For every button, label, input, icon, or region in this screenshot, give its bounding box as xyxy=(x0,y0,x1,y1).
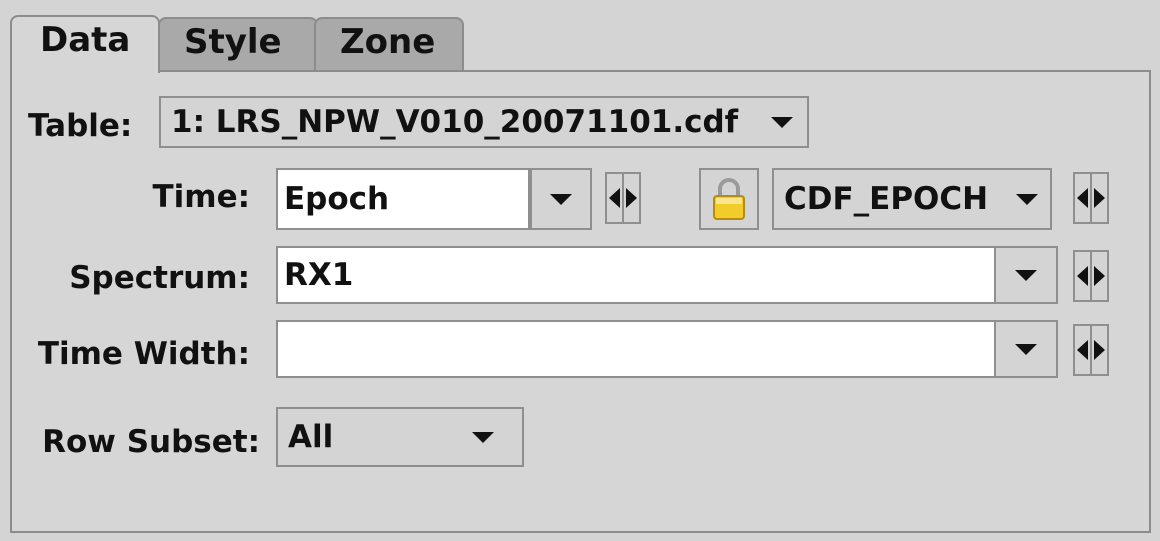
spectrum-dropdown-button[interactable] xyxy=(994,246,1058,304)
chevron-left-icon xyxy=(1077,188,1088,208)
chevron-right-icon xyxy=(626,188,637,208)
time-width-stepper[interactable] xyxy=(1073,324,1109,376)
spectrum-input[interactable]: RX1 xyxy=(276,246,996,304)
time-width-prev-button[interactable] xyxy=(1075,326,1092,374)
time-unit-prev-button[interactable] xyxy=(1075,174,1092,222)
time-label: Time: xyxy=(152,179,251,215)
chevron-right-icon xyxy=(1094,188,1105,208)
row-subset-select[interactable]: All xyxy=(276,407,524,467)
chevron-down-icon xyxy=(1015,343,1037,355)
time-input[interactable]: Epoch xyxy=(276,168,530,230)
table-label: Table: xyxy=(28,108,133,144)
chevron-down-icon xyxy=(771,116,793,128)
lock-button[interactable] xyxy=(699,168,759,230)
spectrum-input-value: RX1 xyxy=(284,257,354,293)
chevron-right-icon xyxy=(1094,266,1105,286)
chevron-down-icon xyxy=(1015,269,1037,281)
time-width-next-button[interactable] xyxy=(1092,326,1107,374)
table-select[interactable]: 1: LRS_NPW_V010_20071101.cdf xyxy=(159,96,809,148)
chevron-left-icon xyxy=(609,188,620,208)
spectrum-label: Spectrum: xyxy=(69,260,250,296)
lock-icon xyxy=(713,178,745,220)
time-width-label: Time Width: xyxy=(37,336,250,372)
chevron-down-icon xyxy=(550,193,572,205)
table-select-value: 1: LRS_NPW_V010_20071101.cdf xyxy=(171,104,739,140)
time-dropdown-button[interactable] xyxy=(530,168,592,230)
time-width-input[interactable] xyxy=(276,320,996,378)
time-prev-button[interactable] xyxy=(607,174,624,222)
time-unit-stepper[interactable] xyxy=(1073,172,1109,224)
time-unit-select[interactable]: CDF_EPOCH xyxy=(772,168,1052,230)
time-unit-next-button[interactable] xyxy=(1092,174,1107,222)
row-subset-value: All xyxy=(288,419,334,455)
time-input-value: Epoch xyxy=(284,181,390,217)
spectrum-stepper[interactable] xyxy=(1073,250,1109,302)
row-subset-label: Row Subset: xyxy=(42,424,260,460)
spectrum-next-button[interactable] xyxy=(1092,252,1107,300)
chevron-right-icon xyxy=(1094,340,1105,360)
time-stepper[interactable] xyxy=(605,172,641,224)
time-unit-value: CDF_EPOCH xyxy=(784,181,989,217)
spectrum-prev-button[interactable] xyxy=(1075,252,1092,300)
chevron-left-icon xyxy=(1077,340,1088,360)
time-width-dropdown-button[interactable] xyxy=(994,320,1058,378)
chevron-down-icon xyxy=(472,431,494,443)
chevron-down-icon xyxy=(1016,193,1038,205)
time-next-button[interactable] xyxy=(624,174,639,222)
chevron-left-icon xyxy=(1077,266,1088,286)
